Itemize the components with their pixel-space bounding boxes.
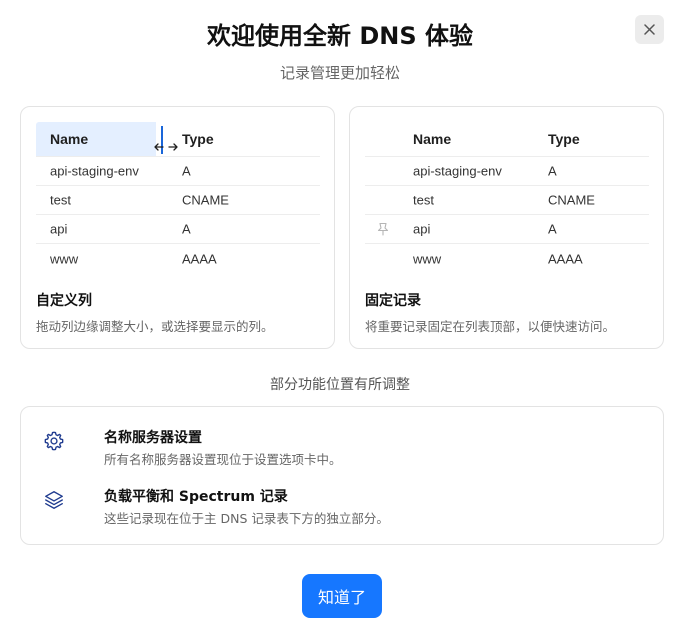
change-description: 这些记录现在位于主 DNS 记录表下方的独立部分。 [104, 511, 389, 526]
feature-heading: 固定记录 [365, 293, 421, 309]
pin-icon[interactable] [377, 222, 389, 236]
table-header-row: Name Type [36, 122, 320, 157]
table-row: www AAAA [365, 244, 649, 273]
column-header-name: Name [413, 131, 452, 147]
cell-type: A [548, 163, 557, 179]
table-row: test CNAME [36, 186, 320, 215]
feature-card-pinned-records: Name Type api-staging-env A test CNAME a… [349, 106, 664, 349]
preview-table: Name Type api-staging-env A test CNAME a… [365, 122, 649, 273]
section-label: 部分功能位置有所调整 [270, 377, 410, 393]
column-header-type: Type [182, 131, 214, 147]
cell-type: CNAME [182, 192, 229, 208]
cell-name: test [413, 192, 434, 208]
change-item-nameservers: 名称服务器设置 所有名称服务器设置现位于设置选项卡中。 [43, 427, 643, 467]
feature-description: 拖动列边缘调整大小，或选择要显示的列。 [36, 319, 274, 334]
cell-name: www [50, 251, 79, 266]
table-row: test CNAME [365, 186, 649, 215]
table-row: api-staging-env A [365, 157, 649, 186]
change-heading: 名称服务器设置 [104, 430, 202, 446]
column-header-type: Type [548, 131, 580, 147]
got-it-button[interactable]: 知道了 [302, 574, 382, 618]
preview-table: Name Type api-staging-env A test CNAME a… [36, 122, 320, 273]
change-item-load-balancing: 负载平衡和 Spectrum 记录 这些记录现在位于主 DNS 记录表下方的独立… [43, 486, 643, 526]
changes-card: 名称服务器设置 所有名称服务器设置现位于设置选项卡中。 负载平衡和 Spectr… [20, 406, 664, 545]
cell-type: A [182, 163, 191, 179]
column-header-name: Name [50, 131, 89, 147]
table-header-row: Name Type [365, 122, 649, 157]
dialog-subtitle: 记录管理更加轻松 [279, 64, 400, 82]
cell-name: api-staging-env [413, 163, 502, 179]
cell-type: A [182, 221, 191, 237]
table-row: www AAAA [36, 244, 320, 273]
gear-icon [44, 431, 64, 451]
column-resize-icon [154, 143, 178, 151]
change-description: 所有名称服务器设置现位于设置选项卡中。 [104, 452, 342, 467]
cell-name: api [413, 221, 431, 237]
cell-name: test [50, 192, 71, 208]
feature-card-custom-columns: Name Type api-staging-env A test CNAME a… [20, 106, 335, 349]
table-row: api-staging-env A [36, 157, 320, 186]
cell-type: A [548, 221, 557, 237]
table-row: api A [36, 215, 320, 244]
cell-type: CNAME [548, 192, 595, 208]
dialog-title: 欢迎使用全新 DNS 体验 [206, 22, 473, 50]
feature-heading: 自定义列 [36, 293, 92, 309]
change-heading: 负载平衡和 Spectrum 记录 [104, 489, 288, 505]
cell-name: www [413, 251, 442, 266]
layers-icon [45, 491, 63, 509]
cell-type: AAAA [548, 251, 583, 266]
cell-name: api [50, 221, 68, 237]
table-row: api A [365, 215, 649, 244]
feature-description: 将重要记录固定在列表顶部，以便快速访问。 [365, 319, 616, 334]
cell-type: AAAA [182, 251, 217, 266]
cell-name: api-staging-env [50, 163, 139, 179]
